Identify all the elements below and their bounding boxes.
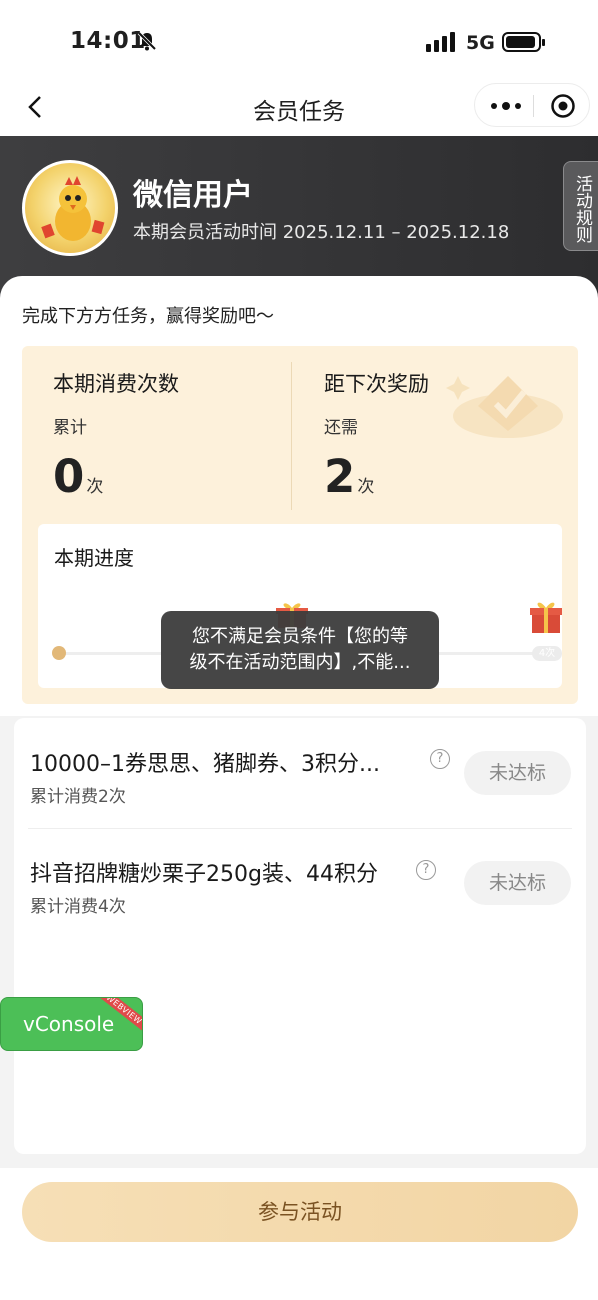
next-reward-value: 2 [324,450,356,503]
next-reward-stat: 距下次奖励 还需 2次 [324,368,429,503]
consume-count-title: 本期消费次数 [53,372,179,396]
help-icon[interactable]: ? [430,749,450,769]
next-reward-sub: 还需 [324,418,358,438]
progress-start-dot [52,646,66,660]
task-item: 抖音招牌糖炒栗子250g装、44积分 ? 累计消费4次 未达标 [14,828,586,938]
mini-program-capsule [474,83,590,127]
vconsole-button[interactable]: vConsole WEBVIEW [0,997,143,1051]
task-status-button[interactable]: 未达标 [464,861,571,905]
error-toast: 您不满足会员条件【您的等 级不在活动范围内】,不能... [161,611,439,689]
next-reward-title: 距下次奖励 [324,372,429,396]
vconsole-label: vConsole [23,1012,115,1036]
consume-count-stat: 本期消费次数 累计 0次 [53,368,179,503]
battery-icon [502,32,545,52]
activity-rules-button[interactable]: 活动规则 [563,161,598,251]
task-status-button[interactable]: 未达标 [464,751,571,795]
avatar [22,160,118,256]
more-icon[interactable] [489,98,523,114]
status-bar: 14:01 5G [0,0,598,80]
progress-title: 本期进度 [54,546,134,570]
consume-count-unit: 次 [86,477,104,497]
task-subtitle: 累计消费2次 [30,787,126,807]
reward-decoration-icon [446,376,563,438]
network-type: 5G [466,32,495,54]
toast-line-2: 级不在活动范围内】,不能... [189,652,411,673]
next-reward-unit: 次 [357,477,375,497]
gift-final-icon [530,602,562,633]
task-title: 10000–1券思思、猪脚券、3积分... [30,752,380,777]
task-title: 抖音招牌糖炒栗子250g装、44积分 [30,862,378,887]
task-item: 10000–1券思思、猪脚券、3积分... ? 累计消费2次 未达标 [14,718,586,829]
signal-icon [426,32,455,52]
capsule-divider [533,95,534,117]
task-list: 10000–1券思思、猪脚券、3积分... ? 累计消费2次 未达标 抖音招牌糖… [14,718,586,1154]
consume-count-value: 0 [53,450,85,503]
progress-end-badge: 4次 [532,646,562,661]
status-time: 14:01 [70,28,146,54]
toast-line-1: 您不满足会员条件【您的等 [192,626,408,647]
join-activity-button[interactable]: 参与活动 [22,1182,578,1242]
nav-bar: 会员任务 [0,80,598,136]
consume-count-sub: 累计 [53,418,87,438]
user-name: 微信用户 [133,178,253,213]
close-target-icon[interactable] [550,93,576,119]
task-tip: 完成下方方任务，赢得奖励吧～ [22,306,274,327]
mute-bell-icon [137,31,157,51]
stats-divider [291,362,292,510]
avatar-chicken-icon [41,176,105,241]
activity-period: 本期会员活动时间 2025.12.11 – 2025.12.18 [133,222,510,243]
help-icon[interactable]: ? [416,860,436,880]
task-subtitle: 累计消费4次 [30,897,126,917]
bottom-bar: 参与活动 [0,1168,598,1300]
